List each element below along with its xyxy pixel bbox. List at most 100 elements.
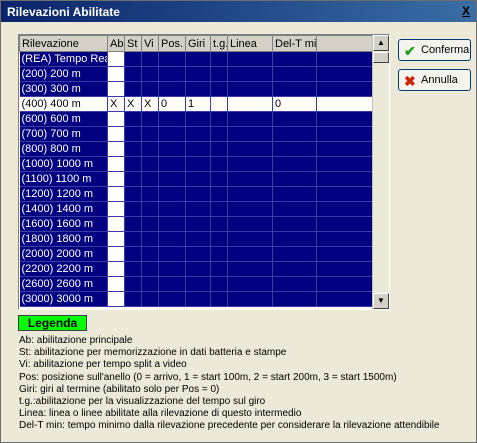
grid-cell-delt[interactable] [272,126,317,142]
grid-cell-st[interactable] [124,291,142,307]
grid-cell-giri[interactable] [185,111,211,127]
column-header[interactable]: Linea [227,35,273,52]
legend-button[interactable]: Legenda [18,315,87,331]
table-row[interactable]: (1800) 1800 m [19,231,373,247]
grid-cell-pos[interactable] [158,216,186,232]
table-row[interactable]: (2000) 2000 m [19,246,373,262]
grid-cell-st[interactable] [124,51,142,67]
grid-cell-name[interactable]: (1100) 1100 m [19,171,108,187]
grid-cell-pos[interactable] [158,111,186,127]
grid-cell-vi[interactable] [141,186,159,202]
grid-cell-pos[interactable] [158,81,186,97]
grid-cell-name[interactable]: (1800) 1800 m [19,231,108,247]
grid-cell-tg[interactable] [210,81,228,97]
grid-cell-pos[interactable] [158,186,186,202]
grid-cell-name[interactable]: (800) 800 m [19,141,108,157]
grid-cell-giri[interactable] [185,246,211,262]
grid-cell-tg[interactable] [210,141,228,157]
grid-cell-ab[interactable] [107,246,125,262]
column-header[interactable]: Giri [185,35,211,52]
grid-cell-ab[interactable] [107,111,125,127]
grid-cell-delt[interactable]: 0 [272,96,317,112]
grid-cell-vi[interactable] [141,141,159,157]
grid-cell-st[interactable] [124,81,142,97]
table-row[interactable]: (3000) 3000 m [19,291,373,307]
grid-cell-name[interactable]: (1400) 1400 m [19,201,108,217]
grid-cell-name[interactable]: (1000) 1000 m [19,156,108,172]
grid-cell-pos[interactable] [158,171,186,187]
grid-cell-delt[interactable] [272,231,317,247]
grid-cell-tg[interactable] [210,156,228,172]
grid-cell-linea[interactable] [227,126,273,142]
grid-cell-pos[interactable] [158,201,186,217]
grid-cell-st[interactable] [124,171,142,187]
grid-cell-delt[interactable] [272,186,317,202]
grid-cell-ab[interactable] [107,186,125,202]
grid-cell-pos[interactable] [158,126,186,142]
grid-cell-tg[interactable] [210,96,228,112]
grid-cell-delt[interactable] [272,216,317,232]
grid-cell-giri[interactable]: 1 [185,96,211,112]
grid-cell-giri[interactable] [185,276,211,292]
grid-cell-pos[interactable] [158,51,186,67]
grid-cell-vi[interactable] [141,261,159,277]
grid-cell-vi[interactable] [141,66,159,82]
grid-cell-st[interactable] [124,231,142,247]
grid-cell-delt[interactable] [272,141,317,157]
grid-cell-ab[interactable] [107,216,125,232]
grid-cell-linea[interactable] [227,201,273,217]
table-row[interactable]: (300) 300 m [19,81,373,97]
grid-cell-delt[interactable] [272,66,317,82]
grid-cell-name[interactable]: (400) 400 m [19,96,108,112]
grid-cell-ab[interactable] [107,276,125,292]
grid-cell-giri[interactable] [185,171,211,187]
grid-cell-st[interactable] [124,201,142,217]
grid-cell-pos[interactable] [158,246,186,262]
grid-cell-ab[interactable] [107,156,125,172]
grid-cell-linea[interactable] [227,66,273,82]
grid-cell-linea[interactable] [227,276,273,292]
table-row[interactable]: (1100) 1100 m [19,171,373,187]
grid-cell-linea[interactable] [227,231,273,247]
grid-cell-giri[interactable] [185,156,211,172]
close-button[interactable]: X [458,3,474,19]
grid-cell-vi[interactable] [141,216,159,232]
grid-cell-name[interactable]: (REA) Tempo Reazio [19,51,108,67]
column-header[interactable]: Vi [141,35,159,52]
grid-cell-giri[interactable] [185,261,211,277]
grid-cell-vi[interactable] [141,231,159,247]
grid-cell-ab[interactable] [107,141,125,157]
grid-cell-pos[interactable] [158,276,186,292]
table-row[interactable]: (1400) 1400 m [19,201,373,217]
column-header[interactable]: Rilevazione [19,35,108,52]
grid-cell-pos[interactable] [158,291,186,307]
grid-cell-giri[interactable] [185,141,211,157]
grid-cell-st[interactable] [124,141,142,157]
grid-cell-vi[interactable] [141,276,159,292]
grid-cell-tg[interactable] [210,291,228,307]
grid-cell-pos[interactable] [158,261,186,277]
grid-cell-name[interactable]: (2000) 2000 m [19,246,108,262]
grid-cell-name[interactable]: (200) 200 m [19,66,108,82]
grid-cell-delt[interactable] [272,246,317,262]
grid-cell-pos[interactable] [158,66,186,82]
table-row[interactable]: (400) 400 mXXX010 [19,96,373,112]
column-header[interactable]: Pos. [158,35,186,52]
grid-cell-st[interactable] [124,246,142,262]
grid-cell-delt[interactable] [272,276,317,292]
grid-cell-ab[interactable]: X [107,96,125,112]
grid-vertical-scrollbar[interactable]: ▲ ▼ [372,35,389,309]
grid-cell-st[interactable] [124,111,142,127]
grid-cell-delt[interactable] [272,111,317,127]
grid-cell-giri[interactable] [185,201,211,217]
grid-cell-name[interactable]: (2200) 2200 m [19,261,108,277]
grid-cell-delt[interactable] [272,291,317,307]
column-header[interactable]: St [124,35,142,52]
grid-cell-name[interactable]: (1200) 1200 m [19,186,108,202]
grid-cell-giri[interactable] [185,291,211,307]
table-row[interactable]: (600) 600 m [19,111,373,127]
grid-cell-tg[interactable] [210,171,228,187]
grid-cell-delt[interactable] [272,81,317,97]
grid-cell-ab[interactable] [107,291,125,307]
grid-cell-linea[interactable] [227,81,273,97]
